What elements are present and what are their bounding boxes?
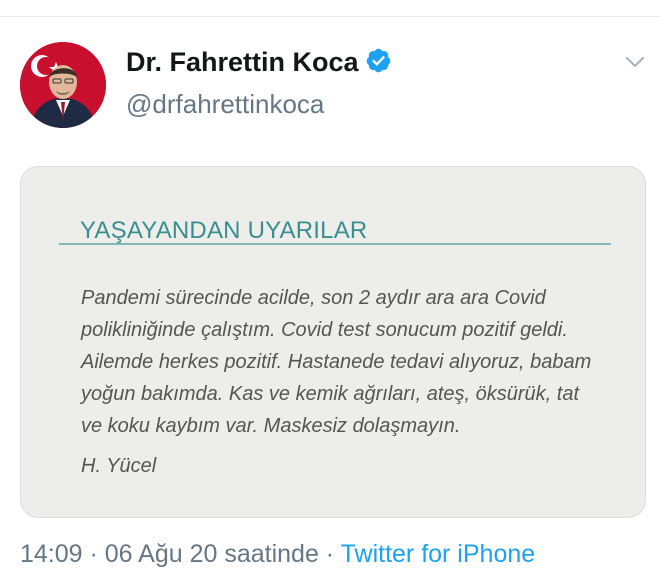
chevron-down-icon[interactable] <box>624 54 646 70</box>
card-body: Pandemi sürecinde acilde, son 2 aydır ar… <box>81 282 621 442</box>
card-signature: H. Yücel <box>81 455 157 477</box>
verified-badge-icon <box>365 47 392 74</box>
card-text-line: polikliniğinde çalıştım. Covid test sonu… <box>81 319 568 341</box>
tweet-metadata: 14:09 · 06 Ağu 20 saatinde · Twitter for… <box>20 538 535 570</box>
display-name-text[interactable]: Dr. Fahrettin Koca <box>126 47 359 77</box>
separator: · <box>318 540 341 568</box>
card-divider <box>59 243 611 245</box>
tweet-source-link[interactable]: Twitter for iPhone <box>341 540 536 568</box>
tweet-time[interactable]: 14:09 <box>20 540 83 568</box>
display-name[interactable]: Dr. Fahrettin Koca <box>126 46 392 78</box>
card-text-line: yoğun bakımda. Kas ve kemik ağrıları, at… <box>81 383 580 405</box>
tweet-media-image[interactable]: YAŞAYANDAN UYARILAR Pandemi sürecinde ac… <box>20 166 646 518</box>
card-text-line: Ailemde herkes pozitif. Hastanede tedavi… <box>81 351 592 373</box>
tweet-date[interactable]: 06 Ağu 20 saatinde <box>105 540 319 568</box>
user-handle[interactable]: @drfahrettinkoca <box>126 88 324 120</box>
tweet-page: Dr. Fahrettin Koca @drfahrettinkoca YAŞA… <box>0 0 660 573</box>
avatar[interactable] <box>20 42 106 128</box>
separator: · <box>82 540 105 568</box>
card-text-line: Pandemi sürecinde acilde, son 2 aydır ar… <box>81 287 546 309</box>
avatar-photo-icon <box>20 42 106 128</box>
card-title: YAŞAYANDAN UYARILAR <box>80 217 368 244</box>
card-text-line: ve koku kaybım var. Maskesiz dolaşmayın. <box>81 415 461 437</box>
divider <box>0 16 660 17</box>
